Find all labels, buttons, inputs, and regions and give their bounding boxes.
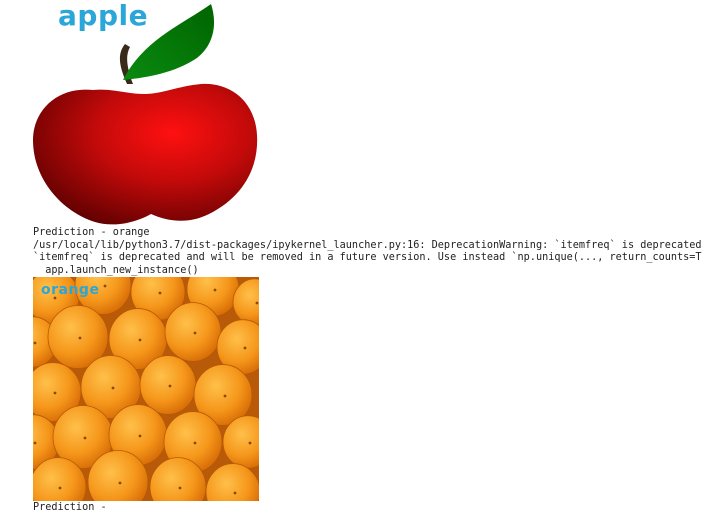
notebook-output-area: apple Prediction - orange /usr/local/lib… (33, 0, 703, 513)
orange-navel (255, 301, 259, 305)
orange-navel (248, 441, 252, 445)
orange-navel (58, 486, 62, 490)
orange-navel (158, 291, 162, 295)
orange-navel (243, 346, 247, 350)
orange-navel (138, 434, 142, 438)
apple-image: apple (33, 0, 259, 226)
apple-body (33, 83, 258, 225)
deprecation-warning: /usr/local/lib/python3.7/dist-packages/i… (33, 240, 703, 278)
orange-navel (193, 441, 197, 445)
orange-image-label: orange (41, 282, 100, 299)
orange-navel (53, 391, 57, 395)
orange-navel (178, 486, 182, 490)
warning-line: app.launch_new_instance() (33, 264, 199, 276)
orange-navel (213, 288, 217, 292)
oranges-illustration (33, 277, 259, 502)
orange-fruit (139, 355, 197, 416)
orange-navel (103, 284, 107, 288)
orange-navel (78, 336, 82, 340)
prediction-output-2: Prediction - (33, 502, 113, 514)
orange-navel (111, 386, 115, 390)
orange-navel (168, 384, 172, 388)
orange-navel (138, 338, 142, 342)
apple-illustration (33, 4, 258, 225)
orange-navel (33, 441, 37, 445)
orange-navel (83, 436, 87, 440)
orange-navel (33, 341, 37, 345)
warning-line: `itemfreq` is deprecated and will be rem… (33, 252, 703, 264)
orange-navel (233, 491, 237, 495)
prediction-output: Prediction - orange (33, 227, 150, 238)
warning-line: /usr/local/lib/python3.7/dist-packages/i… (33, 239, 703, 251)
orange-navel (193, 331, 197, 335)
orange-image: orange (33, 277, 259, 502)
apple-image-label: apple (58, 0, 149, 32)
orange-navel (223, 394, 227, 398)
orange-navel (118, 481, 122, 485)
orange-fruit (164, 302, 222, 363)
